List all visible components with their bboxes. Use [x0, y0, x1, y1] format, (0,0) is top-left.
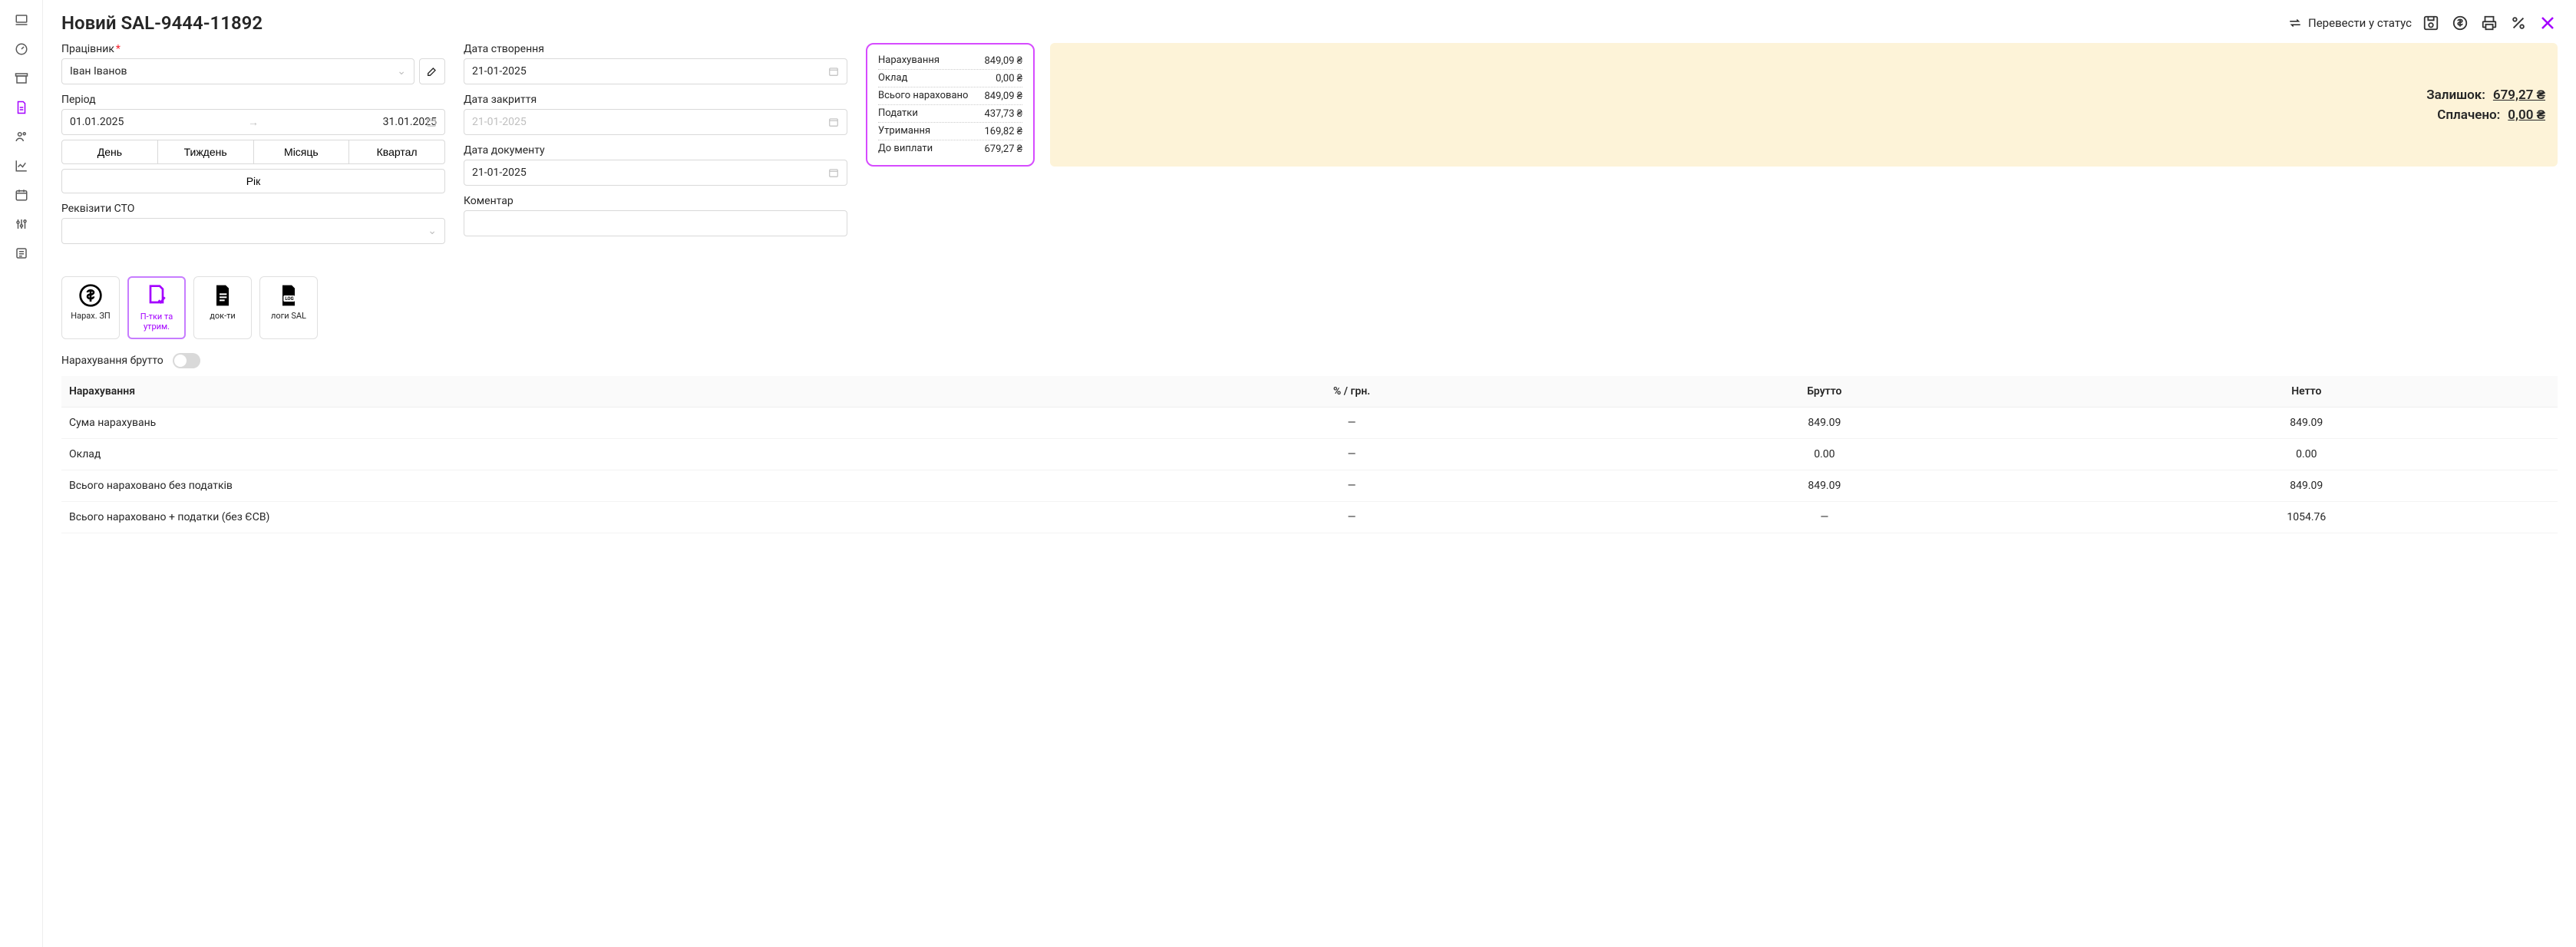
preset-quarter[interactable]: Квартал [349, 140, 445, 164]
save-icon[interactable] [2421, 13, 2441, 33]
accrual-table: Нарахування % / грн. Брутто Нетто Сума н… [61, 376, 2558, 533]
calendar-icon [828, 167, 839, 178]
change-status-button[interactable]: Перевести у статус [2288, 16, 2412, 30]
tab-label: П-тки та утрим. [130, 312, 183, 332]
requisites-label: Реквізити СТО [61, 203, 445, 215]
period-from: 01.01.2025 [70, 116, 124, 128]
tab-docs[interactable]: док-ти [193, 276, 252, 339]
table-row: Оклад — 0.00 0.00 [61, 439, 2558, 470]
employee-select[interactable]: Іван Іванов ⌄ [61, 58, 414, 84]
preset-month[interactable]: Місяць [254, 140, 350, 164]
sidebar [0, 0, 43, 947]
tab-label: док-ти [210, 311, 236, 321]
summary-value: 849,09 ₴ [984, 90, 1022, 102]
created-label: Дата створення [464, 43, 847, 55]
change-status-label: Перевести у статус [2308, 16, 2412, 30]
summary-label: Оклад [878, 72, 907, 84]
chevron-down-icon: ⌄ [397, 65, 406, 78]
docdate-label: Дата документу [464, 144, 847, 157]
col-gross: Брутто [1593, 376, 2055, 408]
nav-dashboard-icon[interactable] [14, 41, 29, 57]
closed-label: Дата закриття [464, 94, 847, 106]
remain-label: Залишок: [2426, 87, 2485, 103]
requisites-select[interactable]: ⌄ [61, 218, 445, 244]
nav-calendar-icon[interactable] [14, 187, 29, 203]
nav-archive-icon[interactable] [14, 71, 29, 86]
employee-value: Іван Іванов [70, 65, 127, 78]
nav-users-icon[interactable] [14, 129, 29, 144]
employee-label: Працівник* [61, 43, 414, 55]
summary-box: Нарахування 849,09 ₴ Оклад 0,00 ₴ Всього н… [866, 43, 1035, 167]
table-row: Всього нараховано без податків — 849.09 … [61, 470, 2558, 502]
table-row: Всього нараховано + податки (без ЄСВ) — … [61, 502, 2558, 533]
comment-input[interactable] [464, 210, 847, 236]
calendar-icon [828, 117, 839, 127]
summary-label: Всього нараховано [878, 90, 968, 102]
nav-list-icon[interactable] [14, 246, 29, 261]
tab-taxes[interactable]: П-тки та утрим. [127, 276, 186, 339]
tab-accrual[interactable]: Нарах. ЗП [61, 276, 120, 339]
summary-label: До виплати [878, 143, 933, 155]
print-icon[interactable] [2479, 13, 2499, 33]
remain-value: 679,27 ₴ [2493, 87, 2545, 103]
preset-day[interactable]: День [61, 140, 158, 164]
col-pct: % / грн. [1110, 376, 1593, 408]
tab-label: Нарах. ЗП [71, 311, 110, 321]
nav-chart-icon[interactable] [14, 158, 29, 173]
topbar: Новий SAL-9444-11892 Перевести у статус [43, 0, 2576, 43]
chevron-down-icon: ⌄ [428, 225, 437, 237]
period-range[interactable]: 01.01.2025 → 31.01.2025 [61, 109, 445, 135]
calendar-icon [828, 66, 839, 77]
docdate-value: 21-01-2025 [472, 167, 527, 179]
summary-value: 437,73 ₴ [984, 107, 1022, 120]
paid-label: Сплачено: [2437, 107, 2500, 123]
tab-cards: Нарах. ЗП П-тки та утрим. док-ти LOG лог… [61, 276, 2558, 339]
tab-logs[interactable]: LOG логи SAL [259, 276, 318, 339]
doc-lines-icon [210, 283, 235, 308]
edit-employee-button[interactable] [419, 58, 445, 84]
paid-value: 0,00 ₴ [2508, 107, 2545, 123]
summary-value: 169,82 ₴ [984, 125, 1022, 137]
summary-label: Нарахування [878, 54, 940, 67]
tab-label: логи SAL [271, 311, 306, 321]
period-preset-group: День Тиждень Місяць Квартал [61, 140, 445, 164]
comment-label: Коментар [464, 195, 847, 207]
closed-input[interactable]: 21-01-2025 [464, 109, 847, 135]
summary-value: 849,09 ₴ [984, 54, 1022, 67]
svg-text:LOG: LOG [285, 296, 293, 302]
log-icon: LOG [276, 283, 301, 308]
preset-week[interactable]: Тиждень [158, 140, 254, 164]
table-row: Сума нарахувань — 849.09 849.09 [61, 408, 2558, 439]
gross-toggle[interactable] [173, 353, 200, 368]
col-name: Нарахування [61, 376, 1110, 408]
summary-value: 0,00 ₴ [996, 72, 1022, 84]
money-icon[interactable] [2450, 13, 2470, 33]
calendar-icon [426, 117, 437, 127]
preset-year[interactable]: Рік [61, 169, 445, 193]
created-value: 21-01-2025 [472, 65, 527, 78]
toggle-label: Нарахування брутто [61, 355, 163, 367]
period-label: Період [61, 94, 445, 106]
summary-label: Податки [878, 107, 918, 120]
nav-document-icon[interactable] [14, 100, 29, 115]
shield-doc-icon [144, 284, 169, 309]
nav-sliders-icon[interactable] [14, 216, 29, 232]
transfer-icon [2288, 16, 2302, 30]
summary-value: 679,27 ₴ [984, 143, 1022, 155]
balance-box: Залишок: 679,27 ₴ Сплачено: 0,00 ₴ [1050, 43, 2558, 167]
page-title: Новий SAL-9444-11892 [61, 12, 2279, 34]
close-icon[interactable] [2538, 13, 2558, 33]
col-net: Нетто [2056, 376, 2558, 408]
nav-laptop-icon[interactable] [14, 12, 29, 28]
dollar-icon [78, 283, 103, 308]
arrow-right-icon: → [124, 116, 382, 129]
closed-value: 21-01-2025 [472, 116, 527, 128]
docdate-input[interactable]: 21-01-2025 [464, 160, 847, 186]
percent-icon[interactable] [2508, 13, 2528, 33]
created-input[interactable]: 21-01-2025 [464, 58, 847, 84]
summary-label: Утримання [878, 125, 930, 137]
